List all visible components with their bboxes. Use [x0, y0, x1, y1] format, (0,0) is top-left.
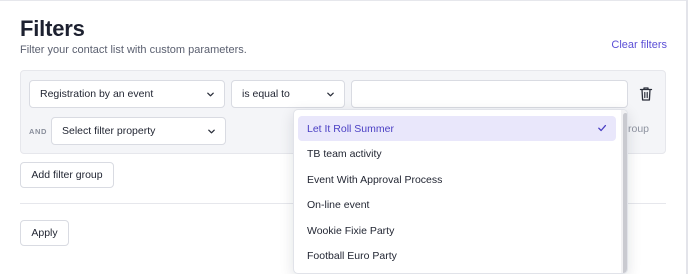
filter-field-select[interactable]: Registration by an event — [29, 80, 225, 108]
add-filter-group-button[interactable]: Add filter group — [20, 162, 114, 188]
dropdown-option-label: Wookie Fixie Party — [307, 224, 395, 237]
dropdown-option-label: TB team activity — [307, 147, 382, 160]
filter-operator-select[interactable]: is equal to — [231, 80, 345, 108]
dropdown-scrollbar-thumb[interactable] — [623, 113, 627, 273]
dropdown-option[interactable]: Football Euro Party — [298, 243, 616, 268]
filter-property-select[interactable]: Select filter property — [51, 117, 226, 145]
trash-icon[interactable] — [639, 86, 653, 102]
dropdown-option[interactable]: Event With Approval Process — [298, 167, 616, 192]
dropdown-option-label: On-line event — [307, 198, 370, 211]
top-border — [0, 0, 688, 1]
dropdown-option-label: Event With Approval Process — [307, 173, 443, 186]
filter-operator-value: is equal to — [242, 88, 290, 100]
filter-property-placeholder: Select filter property — [62, 125, 156, 137]
page-title: Filters — [20, 16, 85, 41]
dropdown-option-label: Let It Roll Summer — [307, 122, 394, 135]
add-condition-button-partial[interactable]: roup — [628, 123, 649, 135]
dropdown-option-selected[interactable]: Let It Roll Summer — [298, 116, 616, 141]
dropdown-option[interactable]: Wookie Fixie Party — [298, 218, 616, 243]
filter-value-input[interactable] — [351, 80, 628, 108]
event-options-dropdown[interactable]: Let It Roll Summer TB team activity Even… — [293, 109, 628, 274]
chevron-down-icon — [207, 92, 214, 97]
clear-filters-link[interactable]: Clear filters — [611, 39, 667, 51]
dropdown-option[interactable]: TB team activity — [298, 141, 616, 166]
dropdown-option-label: Football Euro Party — [307, 249, 397, 262]
check-icon — [598, 124, 607, 132]
apply-button[interactable]: Apply — [20, 220, 69, 246]
chevron-down-icon — [327, 92, 334, 97]
dropdown-option[interactable]: On-line event — [298, 192, 616, 217]
page-subtitle: Filter your contact list with custom par… — [20, 44, 247, 56]
filter-field-value: Registration by an event — [40, 88, 154, 100]
chevron-down-icon — [208, 129, 215, 134]
and-connector-label: AND — [29, 127, 48, 136]
